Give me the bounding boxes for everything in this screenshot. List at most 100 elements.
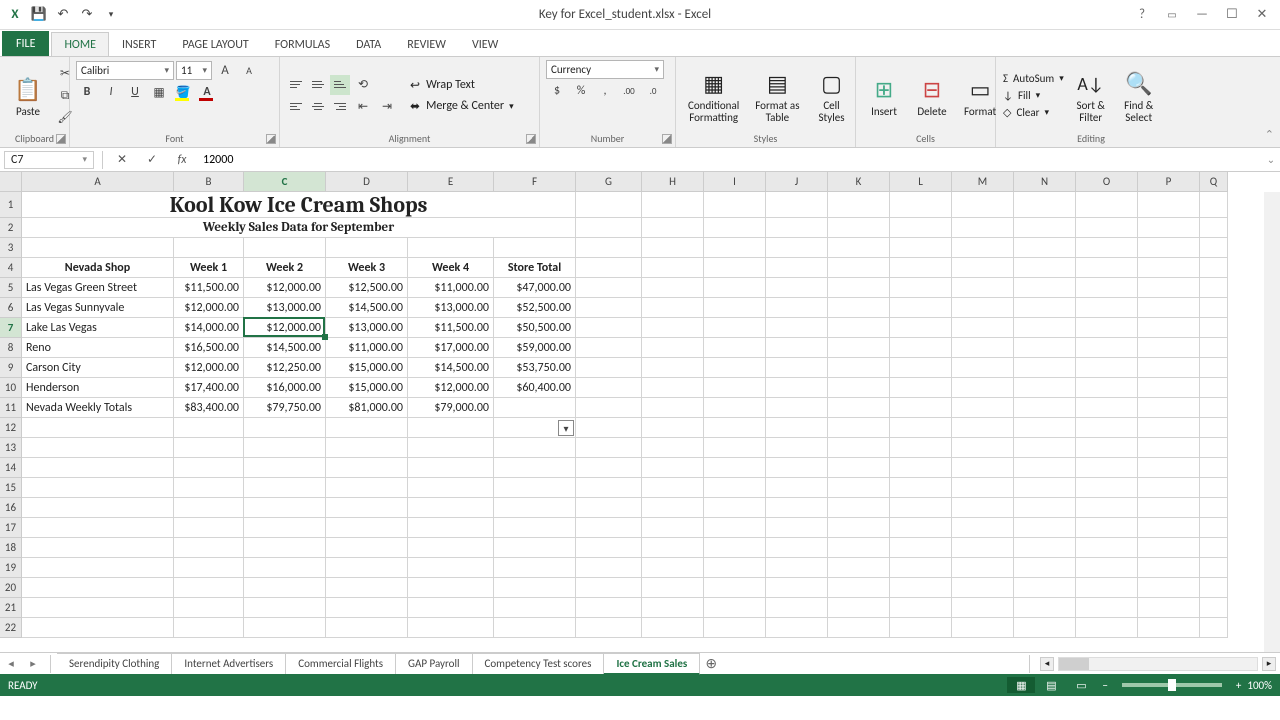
cell-P3[interactable] xyxy=(1138,238,1200,258)
maximize-button[interactable]: ☐ xyxy=(1218,4,1246,26)
cell-Q12[interactable] xyxy=(1200,418,1228,438)
ribbon-tab-review[interactable]: REVIEW xyxy=(394,32,459,56)
cell-M11[interactable] xyxy=(952,398,1014,418)
cell-J15[interactable] xyxy=(766,478,828,498)
cell-J2[interactable] xyxy=(766,218,828,238)
cell-J22[interactable] xyxy=(766,618,828,638)
cell-O18[interactable] xyxy=(1076,538,1138,558)
cell-J4[interactable] xyxy=(766,258,828,278)
cell-M9[interactable] xyxy=(952,358,1014,378)
row-header-12[interactable]: 12 xyxy=(0,418,22,438)
autosum-button[interactable]: ΣAutoSum▾ xyxy=(1002,71,1065,86)
cell-K22[interactable] xyxy=(828,618,890,638)
cell-A4[interactable]: Nevada Shop xyxy=(22,258,174,278)
decrease-indent-button[interactable]: ⇤ xyxy=(352,97,374,117)
column-header-J[interactable]: J xyxy=(766,172,828,192)
cell-M13[interactable] xyxy=(952,438,1014,458)
column-header-B[interactable]: B xyxy=(174,172,244,192)
cell-I19[interactable] xyxy=(704,558,766,578)
cell-B12[interactable] xyxy=(174,418,244,438)
cell-N7[interactable] xyxy=(1014,318,1076,338)
sheet-nav-prev[interactable]: ◂ xyxy=(0,657,22,670)
cell-G18[interactable] xyxy=(576,538,642,558)
cell-D9[interactable]: $15,000.00 xyxy=(326,358,408,378)
cell-O2[interactable] xyxy=(1076,218,1138,238)
cell-K13[interactable] xyxy=(828,438,890,458)
italic-button[interactable]: I xyxy=(100,82,122,102)
cell-P21[interactable] xyxy=(1138,598,1200,618)
cell-C10[interactable]: $16,000.00 xyxy=(244,378,326,398)
row-header-15[interactable]: 15 xyxy=(0,478,22,498)
cell-H4[interactable] xyxy=(642,258,704,278)
cell-L17[interactable] xyxy=(890,518,952,538)
cell-G15[interactable] xyxy=(576,478,642,498)
align-center-button[interactable] xyxy=(308,97,328,117)
cell-K21[interactable] xyxy=(828,598,890,618)
cell-B13[interactable] xyxy=(174,438,244,458)
cell-L8[interactable] xyxy=(890,338,952,358)
cell-I7[interactable] xyxy=(704,318,766,338)
cell-K7[interactable] xyxy=(828,318,890,338)
zoom-in-button[interactable]: + xyxy=(1236,679,1241,692)
number-launcher[interactable] xyxy=(662,134,672,144)
cell-F22[interactable] xyxy=(494,618,576,638)
cell-A13[interactable] xyxy=(22,438,174,458)
cell-L21[interactable] xyxy=(890,598,952,618)
cell-K4[interactable] xyxy=(828,258,890,278)
cell-E17[interactable] xyxy=(408,518,494,538)
cell-C7[interactable]: $12,000.00 xyxy=(244,318,326,338)
cell-K18[interactable] xyxy=(828,538,890,558)
cell-K1[interactable] xyxy=(828,192,890,218)
formula-expand-button[interactable]: ⌄ xyxy=(1262,153,1280,166)
cell-J19[interactable] xyxy=(766,558,828,578)
cell-O11[interactable] xyxy=(1076,398,1138,418)
cell-N19[interactable] xyxy=(1014,558,1076,578)
ribbon-options-button[interactable]: ▭ xyxy=(1158,4,1186,26)
cell-P16[interactable] xyxy=(1138,498,1200,518)
redo-button[interactable]: ↷ xyxy=(76,4,98,26)
cell-I3[interactable] xyxy=(704,238,766,258)
cell-F13[interactable] xyxy=(494,438,576,458)
cell-H13[interactable] xyxy=(642,438,704,458)
cell-J18[interactable] xyxy=(766,538,828,558)
cell-E12[interactable] xyxy=(408,418,494,438)
cell-J17[interactable] xyxy=(766,518,828,538)
column-header-L[interactable]: L xyxy=(890,172,952,192)
sheet-tab-commercial-flights[interactable]: Commercial Flights xyxy=(286,653,396,674)
cell-M3[interactable] xyxy=(952,238,1014,258)
cell-K17[interactable] xyxy=(828,518,890,538)
cell-O16[interactable] xyxy=(1076,498,1138,518)
column-header-M[interactable]: M xyxy=(952,172,1014,192)
cell-E16[interactable] xyxy=(408,498,494,518)
cell-G6[interactable] xyxy=(576,298,642,318)
cell-G21[interactable] xyxy=(576,598,642,618)
cell-G5[interactable] xyxy=(576,278,642,298)
cell-M16[interactable] xyxy=(952,498,1014,518)
cell-O17[interactable] xyxy=(1076,518,1138,538)
cell-P17[interactable] xyxy=(1138,518,1200,538)
cell-L7[interactable] xyxy=(890,318,952,338)
cell-H2[interactable] xyxy=(642,218,704,238)
cell-H20[interactable] xyxy=(642,578,704,598)
cell-O3[interactable] xyxy=(1076,238,1138,258)
cell-G4[interactable] xyxy=(576,258,642,278)
ribbon-tab-page-layout[interactable]: PAGE LAYOUT xyxy=(169,32,261,56)
cell-O9[interactable] xyxy=(1076,358,1138,378)
cell-D7[interactable]: $13,000.00 xyxy=(326,318,408,338)
cell-D6[interactable]: $14,500.00 xyxy=(326,298,408,318)
name-box[interactable]: C7▾ xyxy=(4,151,94,169)
cell-I1[interactable] xyxy=(704,192,766,218)
cell-A3[interactable] xyxy=(22,238,174,258)
row-header-11[interactable]: 11 xyxy=(0,398,22,418)
cell-D15[interactable] xyxy=(326,478,408,498)
formula-enter-button[interactable]: ✓ xyxy=(139,150,165,170)
cell-C15[interactable] xyxy=(244,478,326,498)
align-left-button[interactable] xyxy=(286,97,306,117)
cell-I10[interactable] xyxy=(704,378,766,398)
cell-E8[interactable]: $17,000.00 xyxy=(408,338,494,358)
cell-I22[interactable] xyxy=(704,618,766,638)
column-header-O[interactable]: O xyxy=(1076,172,1138,192)
cell-N8[interactable] xyxy=(1014,338,1076,358)
cell-K19[interactable] xyxy=(828,558,890,578)
cell-O21[interactable] xyxy=(1076,598,1138,618)
